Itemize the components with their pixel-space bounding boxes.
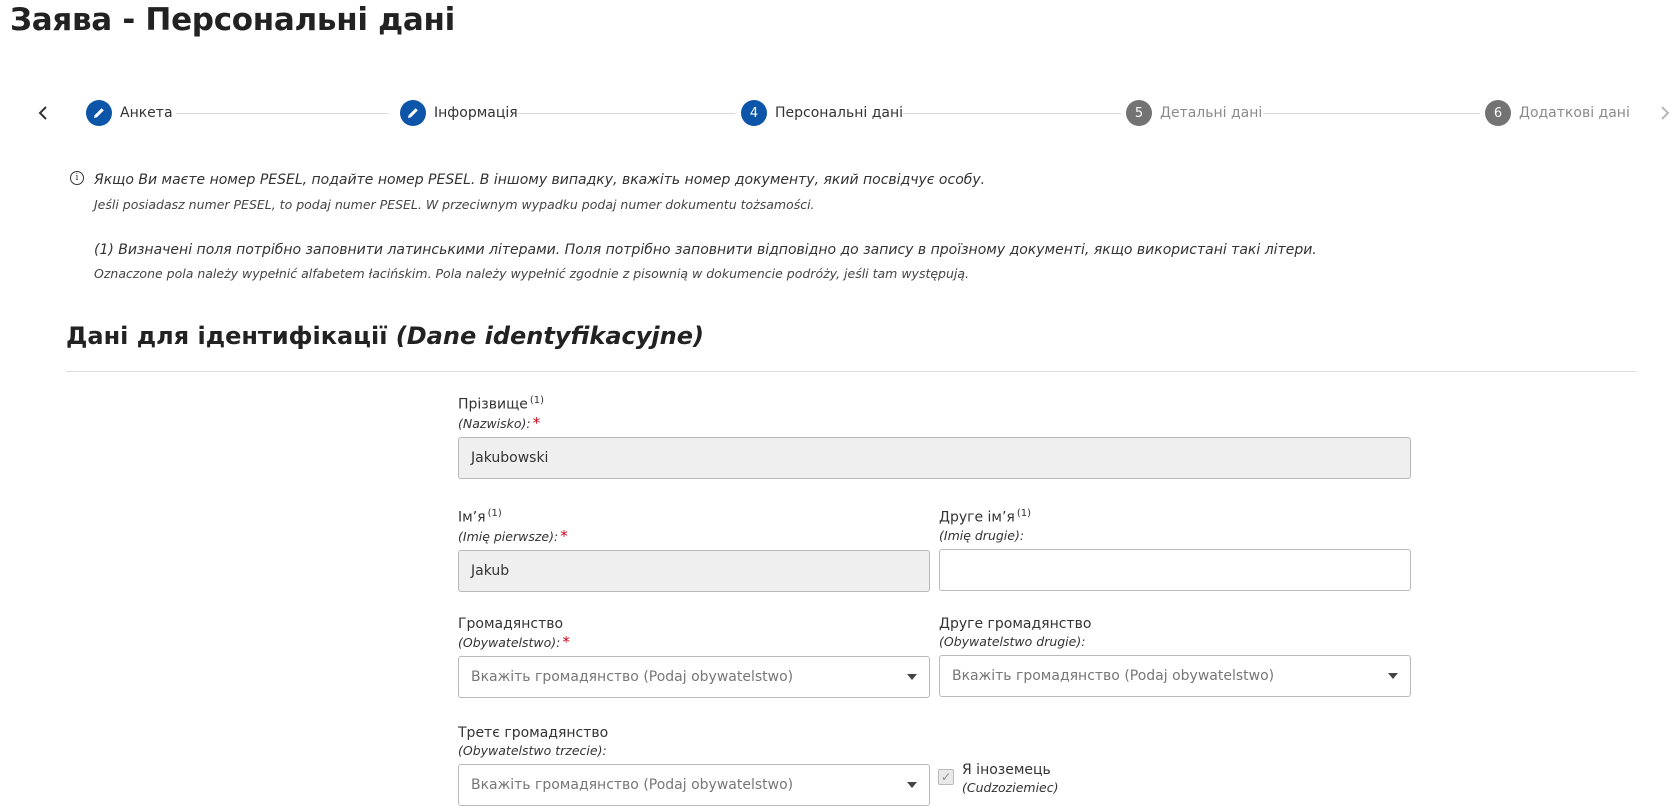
step-personal-data[interactable]: 4 Персональні дані: [741, 95, 903, 131]
foreigner-checkbox[interactable]: ✓: [938, 769, 954, 785]
surname-label: Прізвище: [458, 396, 528, 413]
pesel-note-uk: Якщо Ви маєте номер PESEL, подайте номер…: [94, 172, 986, 188]
step-number: 6: [1485, 100, 1511, 126]
step-label: Персональні дані: [775, 105, 904, 121]
second-citizenship-field: Друге громадянство (Obywatelstwo drugie)…: [939, 615, 1411, 697]
citizenship-sublabel: (Obywatelstwo):: [458, 635, 561, 650]
latin-marker: (1): [487, 508, 502, 519]
step-label: Додаткові дані: [1519, 105, 1630, 121]
stepper: Анкета Інформація 4 Персональні дані 5 Д…: [0, 95, 1677, 131]
foreigner-label: Я іноземець: [962, 762, 1051, 778]
chevron-left-icon[interactable]: [30, 95, 56, 131]
latin-marker: (1): [529, 395, 545, 406]
pencil-icon: [400, 100, 426, 126]
first-name-sublabel: (Imię pierwsze):: [458, 528, 559, 544]
surname-sublabel: (Nazwisko):: [458, 415, 531, 431]
required-marker: *: [560, 526, 568, 545]
second-name-sublabel: (Imię drugie):: [939, 527, 1025, 543]
step-label: Анкета: [120, 105, 173, 121]
citizenship-field: Громадянство (Obywatelstwo): * Вкажіть гр…: [458, 615, 930, 698]
section-title-pl: (Dane identyfikacyjne): [395, 322, 704, 350]
step-information[interactable]: Інформація: [400, 95, 518, 131]
step-connector: [903, 113, 1121, 114]
required-marker: *: [562, 633, 570, 651]
step-questionnaire[interactable]: Анкета: [86, 95, 173, 131]
step-connector: [518, 113, 735, 114]
step-connector: [1263, 113, 1480, 114]
third-citizenship-sublabel: (Obywatelstwo trzecie):: [458, 743, 607, 758]
step-number: 5: [1126, 100, 1152, 126]
pencil-icon: [86, 100, 112, 126]
second-name-label: Друге ім’я: [939, 509, 1015, 526]
foreigner-option[interactable]: ✓ Я іноземець (Cudzoziemiec): [938, 761, 1058, 797]
latin-note-uk: (1) Визначені поля потрібно заповнити ла…: [94, 242, 1317, 258]
second-citizenship-placeholder: Вкажіть громадянство (Podaj obywatelstwo…: [952, 668, 1275, 684]
first-name-label: Ім’я: [458, 509, 486, 526]
second-citizenship-select[interactable]: Вкажіть громадянство (Podaj obywatelstwo…: [939, 655, 1411, 697]
latin-note-pl: Oznaczone pola należy wypełnić alfabetem…: [94, 266, 970, 281]
citizenship-placeholder: Вкажіть громадянство (Podaj obywatelstwo…: [471, 669, 794, 685]
second-name-field: Друге ім’я (1) (Imię drugie):: [939, 505, 1411, 591]
second-citizenship-label: Друге громадянство: [939, 616, 1092, 632]
section-divider: [66, 371, 1636, 372]
first-name-input[interactable]: Jakub: [458, 549, 930, 592]
citizenship-label: Громадянство: [458, 616, 564, 632]
third-citizenship-placeholder: Вкажіть громадянство (Podaj obywatelstwo…: [471, 777, 794, 793]
step-label: Детальні дані: [1160, 105, 1263, 121]
section-title-uk: Дані для ідентифікації: [66, 322, 388, 350]
third-citizenship-label: Третє громадянство: [458, 725, 609, 741]
step-additional-data[interactable]: 6 Додаткові дані: [1485, 95, 1630, 131]
pesel-note-pl: Jeśli posiadasz numer PESEL, to podaj nu…: [94, 197, 815, 212]
page-title: Заява - Персональні дані: [10, 2, 455, 38]
second-name-input[interactable]: [939, 548, 1411, 591]
third-citizenship-field: Третє громадянство (Obywatelstwo trzecie…: [458, 724, 930, 806]
required-marker: *: [532, 413, 541, 432]
surname-input[interactable]: Jakubowski: [458, 436, 1411, 479]
application-page: Заява - Персональні дані Анкета Інформац…: [0, 0, 1677, 810]
third-citizenship-select[interactable]: Вкажіть громадянство (Podaj obywatelstwo…: [458, 764, 930, 806]
surname-field: Прізвище (1) (Nazwisko): * Jakubowski: [458, 392, 1411, 479]
caret-down-icon: [907, 782, 917, 788]
step-number: 4: [741, 100, 767, 126]
latin-marker: (1): [1016, 508, 1032, 519]
citizenship-select[interactable]: Вкажіть громадянство (Podaj obywatelstwo…: [458, 656, 930, 698]
chevron-right-icon[interactable]: [1652, 95, 1677, 131]
step-connector: [176, 113, 388, 114]
first-name-field: Ім’я (1) (Imię pierwsze): * Jakub: [458, 505, 930, 592]
step-label: Інформація: [434, 105, 518, 121]
caret-down-icon: [907, 674, 917, 680]
second-citizenship-sublabel: (Obywatelstwo drugie):: [939, 634, 1086, 649]
info-icon: i: [70, 171, 84, 185]
step-detailed-data[interactable]: 5 Детальні дані: [1126, 95, 1262, 131]
caret-down-icon: [1388, 673, 1398, 679]
section-title: Дані для ідентифікації (Dane identyfikac…: [66, 322, 704, 350]
foreigner-sublabel: (Cudzoziemiec): [962, 780, 1059, 795]
